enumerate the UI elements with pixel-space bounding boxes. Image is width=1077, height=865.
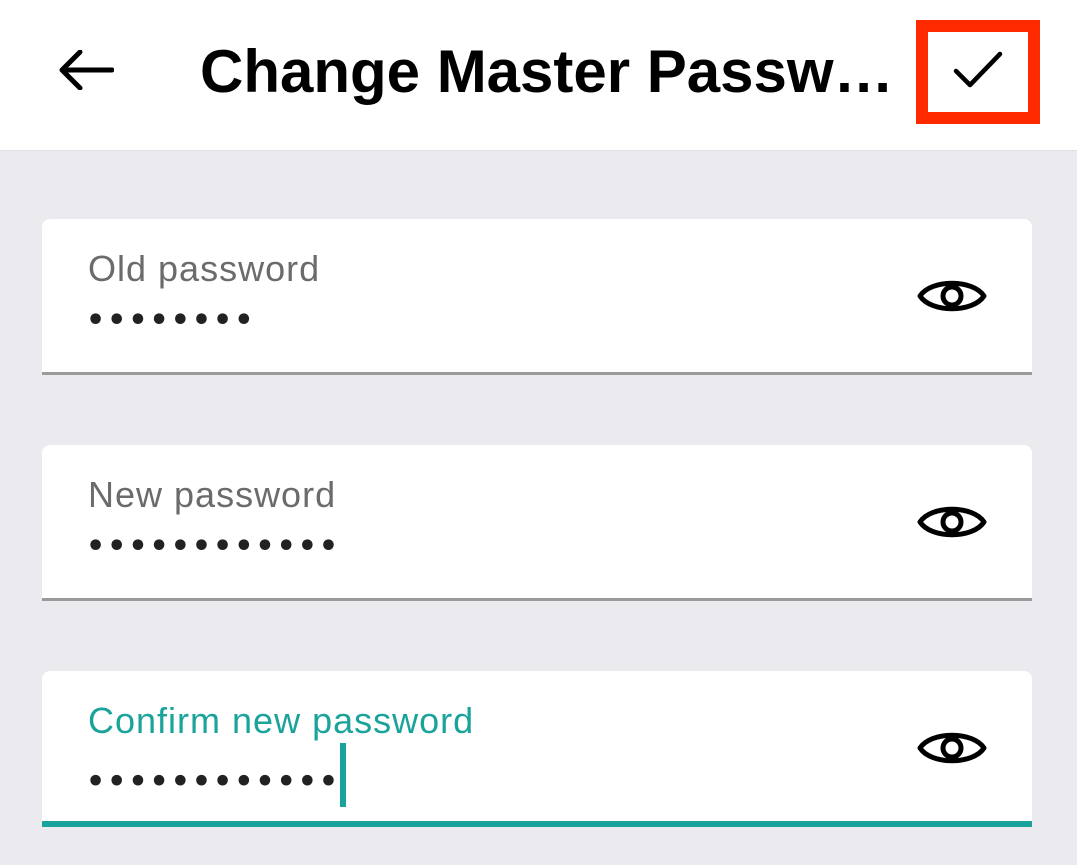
checkmark-icon [953, 50, 1003, 95]
app-bar: Change Master Passw… [0, 0, 1077, 151]
confirm-password-label: Confirm new password [88, 700, 475, 741]
field-underline [42, 821, 1032, 827]
confirm-password-input[interactable]: •••••••••••• [86, 743, 347, 815]
eye-icon [917, 273, 987, 324]
arrow-left-icon [58, 49, 115, 95]
new-password-field[interactable]: New password •••••••••••• [42, 445, 1032, 601]
field-underline [42, 372, 1032, 375]
field-underline [42, 598, 1032, 601]
toggle-visibility-button[interactable] [912, 269, 992, 327]
confirm-password-field[interactable]: Confirm new password •••••••••••• [42, 671, 1032, 827]
toggle-visibility-button[interactable] [912, 495, 992, 553]
eye-icon [917, 725, 987, 776]
old-password-input[interactable]: •••••••• [86, 299, 255, 343]
confirm-password-value: •••••••••••• [86, 764, 341, 800]
page-title: Change Master Passw… [200, 38, 894, 105]
back-button[interactable] [50, 40, 122, 104]
old-password-field[interactable]: Old password •••••••• [42, 219, 1032, 375]
new-password-label: New password [88, 474, 337, 515]
confirm-button[interactable] [916, 20, 1040, 124]
old-password-label: Old password [88, 248, 321, 289]
new-password-value: •••••••••••• [86, 529, 341, 564]
new-password-input[interactable]: •••••••••••• [86, 525, 340, 569]
old-password-value: •••••••• [86, 303, 256, 338]
text-cursor [340, 743, 347, 807]
toggle-visibility-button[interactable] [912, 721, 992, 779]
eye-icon [917, 499, 987, 550]
